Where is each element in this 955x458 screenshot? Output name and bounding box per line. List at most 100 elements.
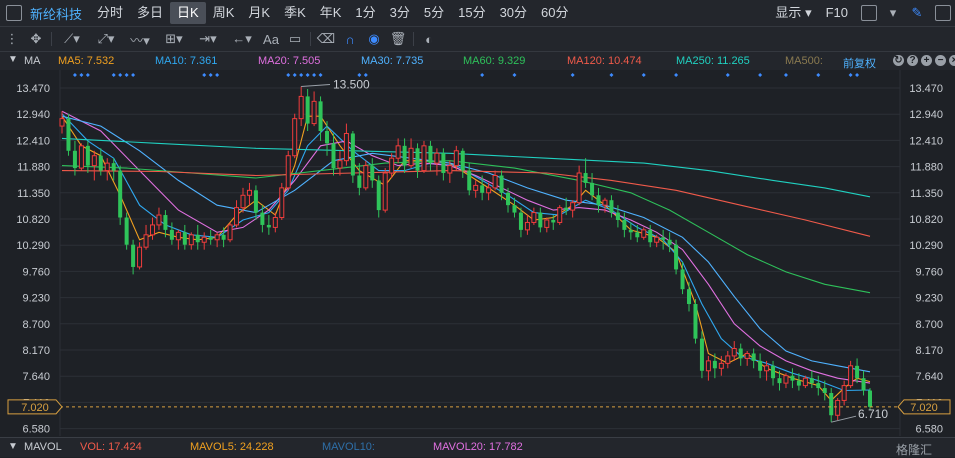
candle-body: [822, 388, 827, 394]
chevron-down-icon[interactable]: ▾: [881, 3, 905, 23]
tab-daily-k[interactable]: 日K: [170, 2, 206, 24]
candle: [848, 360, 854, 389]
y-tick-label-right: 7.640: [915, 371, 943, 383]
candle: [705, 355, 711, 381]
remove-icon[interactable]: −: [935, 55, 946, 66]
layout-toggle-icon[interactable]: [6, 5, 22, 21]
display-menu[interactable]: 显示 ▾: [768, 2, 818, 24]
divider: [413, 32, 414, 46]
adjust-mode-button[interactable]: 前复权: [843, 55, 876, 71]
candle: [809, 370, 814, 389]
crosshair-icon[interactable]: ✥: [24, 29, 48, 49]
eye-icon[interactable]: ◉: [362, 29, 386, 49]
stock-name[interactable]: 新纶科技: [26, 4, 90, 23]
candle-body: [253, 190, 258, 213]
current-price-label-right: 7.020: [910, 402, 938, 414]
ray-tool-icon[interactable]: ⤢▾: [89, 29, 123, 49]
event-marker: [674, 73, 679, 77]
event-marker: [855, 73, 860, 77]
tab-intraday[interactable]: 分时: [90, 2, 130, 24]
magnet-icon[interactable]: ∩: [338, 29, 362, 49]
y-tick-label-left: 10.820: [16, 214, 50, 226]
measure-tool-icon[interactable]: ⊞▾: [157, 29, 191, 49]
candle: [661, 229, 666, 250]
candle-body: [564, 207, 569, 211]
comment-icon[interactable]: ▭: [283, 29, 307, 49]
tab-1min[interactable]: 1分: [348, 2, 382, 24]
ma-label[interactable]: MA: [24, 55, 41, 67]
window-box-icon[interactable]: [935, 5, 951, 21]
tab-weekly-k[interactable]: 周K: [206, 2, 242, 24]
event-marker: [292, 73, 297, 77]
help-icon[interactable]: ?: [907, 55, 918, 66]
mavol10-value: MAVOL10:: [322, 441, 375, 453]
candle-body: [131, 244, 136, 267]
candle-body: [169, 229, 174, 240]
close-icon[interactable]: ×: [949, 55, 955, 66]
mavol5-value: MAVOL5: 24.228: [190, 441, 274, 453]
tab-3min[interactable]: 3分: [383, 2, 417, 24]
tab-quarterly-k[interactable]: 季K: [277, 2, 313, 24]
price-chart[interactable]: 13.470 13.470 12.940 12.940 12.410 12.410 11.8…: [0, 70, 955, 436]
tab-yearly-k[interactable]: 年K: [313, 2, 349, 24]
candle: [272, 212, 278, 233]
candle-body: [570, 202, 576, 211]
candle: [687, 281, 692, 312]
mavol-label[interactable]: MAVOL: [24, 441, 62, 453]
range-tool-icon[interactable]: ⇥▾: [191, 29, 225, 49]
text-tool-button[interactable]: Aa: [259, 29, 283, 49]
volume-indicator-bar: ▼ MAVOL VOL: 17.424 MAVOL5: 24.228 MAVOL…: [0, 437, 955, 457]
y-tick-label-left: 9.230: [22, 293, 50, 305]
y-tick-label-left: 6.580: [22, 424, 50, 436]
line-tool-icon[interactable]: ⟋▾: [55, 29, 89, 49]
candle: [337, 150, 343, 176]
candle: [693, 299, 698, 344]
candle-body: [305, 96, 310, 124]
refresh-icon[interactable]: ↻: [893, 55, 904, 66]
add-icon[interactable]: +: [921, 55, 932, 66]
trash-icon[interactable]: 🗑: [386, 29, 410, 49]
tab-60min[interactable]: 60分: [534, 2, 575, 24]
candle-body: [777, 378, 782, 384]
current-price-tag-left: 7.020: [7, 399, 63, 415]
eraser-icon[interactable]: ⌫: [314, 29, 338, 49]
candle-body: [208, 237, 213, 240]
tab-5min[interactable]: 5分: [417, 2, 451, 24]
wave-tool-icon[interactable]: 〰▾: [123, 29, 157, 49]
tab-multi-day[interactable]: 多日: [130, 2, 170, 24]
candle: [538, 207, 543, 233]
candle-body: [557, 207, 563, 223]
candle-body: [583, 173, 588, 183]
ma500-value: MA500:: [785, 55, 823, 67]
tab-monthly-k[interactable]: 月K: [241, 2, 277, 24]
candle-body: [285, 155, 291, 189]
candle: [758, 353, 763, 379]
candle-body: [473, 184, 479, 191]
candle-body: [182, 232, 187, 245]
pen-icon[interactable]: ✎: [905, 3, 929, 23]
candle-body: [661, 237, 666, 240]
candle-body: [622, 219, 627, 230]
candle-body: [325, 131, 330, 144]
color-box-icon[interactable]: [861, 5, 877, 21]
toggle-icon[interactable]: ◐: [417, 29, 441, 49]
event-marker: [848, 73, 853, 77]
candle: [725, 350, 731, 369]
candle: [305, 88, 310, 132]
collapse-icon[interactable]: ▼: [8, 441, 18, 452]
candle-body: [855, 365, 860, 379]
f10-button[interactable]: F10: [819, 2, 855, 24]
candle: [131, 239, 136, 275]
tab-15min[interactable]: 15分: [451, 2, 492, 24]
indicator-controls: ↻? + − ×: [890, 54, 955, 66]
event-marker: [299, 73, 304, 77]
arrow-tool-icon[interactable]: ←▾: [225, 29, 259, 49]
tab-30min[interactable]: 30分: [493, 2, 534, 24]
candle-body: [790, 375, 795, 381]
candle-body: [395, 145, 401, 159]
candle-body: [635, 232, 640, 238]
collapse-icon[interactable]: ▼: [8, 54, 18, 65]
candle-body: [467, 170, 472, 191]
ma120-line: [61, 170, 871, 237]
candle-body: [188, 234, 194, 246]
